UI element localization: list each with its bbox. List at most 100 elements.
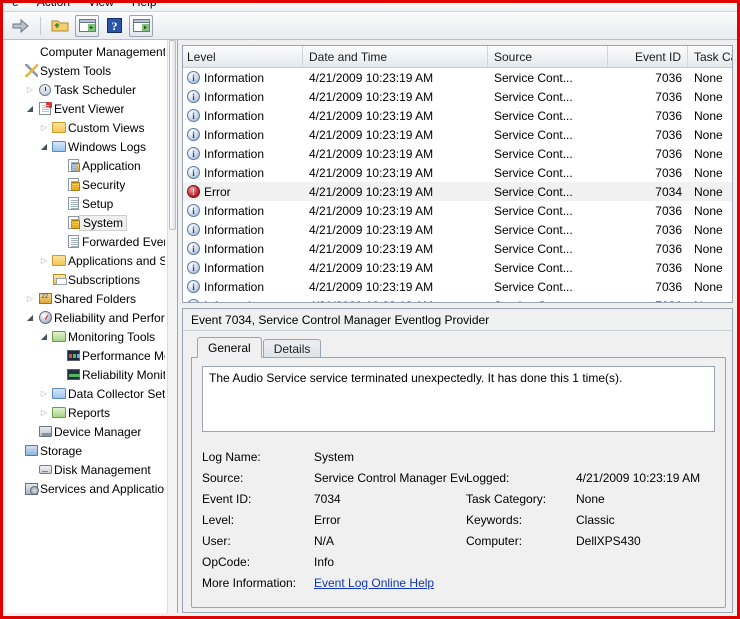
tree-expander-expanded-icon[interactable]: ◢ xyxy=(38,332,50,341)
column-header-source[interactable]: Source xyxy=(488,46,608,67)
event-row[interactable]: iInformation4/21/2009 10:23:19 AMService… xyxy=(183,163,732,182)
toolbar: ? xyxy=(3,12,737,40)
event-row[interactable]: iInformation4/21/2009 10:23:19 AMService… xyxy=(183,220,732,239)
tree-expander-collapsed-icon[interactable]: ▷ xyxy=(38,408,50,417)
tree-expander-collapsed-icon[interactable]: ▷ xyxy=(38,256,50,265)
tree-expander-collapsed-icon[interactable]: ▷ xyxy=(24,294,36,303)
field-row-log-name: Log Name: System xyxy=(202,446,715,467)
menu-item-action[interactable]: Action xyxy=(28,3,79,11)
event-row[interactable]: ! Error 4/21/2009 10:23:19 AM Service Cont.… xyxy=(183,182,732,201)
tree-item-forwarded-event[interactable]: Forwarded Event xyxy=(6,232,167,251)
show-hide-console-tree-icon[interactable] xyxy=(75,14,99,37)
information-icon: i xyxy=(187,204,200,217)
tree-item-label: Forwarded Event xyxy=(82,234,165,249)
event-source-cell: Service Cont... xyxy=(494,203,573,218)
help-icon[interactable]: ? xyxy=(102,15,126,37)
event-date-cell: 4/21/2009 10:23:19 AM xyxy=(309,241,434,256)
information-icon: i xyxy=(187,242,200,255)
event-row[interactable]: iInformation4/21/2009 10:23:19 AMService… xyxy=(183,277,732,296)
tab-general[interactable]: General xyxy=(197,337,262,358)
event-row[interactable]: iInformation4/21/2009 10:23:19 AMService… xyxy=(183,125,732,144)
event-list-body[interactable]: i Information 4/21/2009 10:23:19 AM Service… xyxy=(183,68,732,302)
up-folder-icon[interactable] xyxy=(48,15,72,37)
event-date-cell: 4/21/2009 10:23:19 AM xyxy=(303,299,488,303)
menu-item-help[interactable]: Help xyxy=(123,3,166,11)
tree-item-disk-management[interactable]: Disk Management xyxy=(6,460,167,479)
tree-item-reliability-and-performa[interactable]: ◢ Reliability and Performa xyxy=(6,308,167,327)
event-row[interactable]: iInformation4/21/2009 10:23:19 AMService… xyxy=(183,239,732,258)
console-tree[interactable]: Computer Management (Local System Tools ▷ T… xyxy=(6,40,167,613)
event-row[interactable]: iInformation4/21/2009 10:23:19 AMService… xyxy=(183,144,732,163)
tree-item-task-scheduler[interactable]: ▷ Task Scheduler xyxy=(6,80,167,99)
tree-item-device-manager[interactable]: Device Manager xyxy=(6,422,167,441)
tree-item-windows-logs[interactable]: ◢ Windows Logs xyxy=(6,137,167,156)
event-source-cell: Service Cont... xyxy=(494,146,573,161)
tree-item-applications-and-se[interactable]: ▷ Applications and Se xyxy=(6,251,167,270)
menu-item-view[interactable]: View xyxy=(79,3,123,11)
tree-item-reports[interactable]: ▷ Reports xyxy=(6,403,167,422)
tree-expander-expanded-icon[interactable]: ◢ xyxy=(24,313,36,322)
tree-item-reliability-monit[interactable]: Reliability Monit xyxy=(6,365,167,384)
column-header-date-and-time[interactable]: Date and Time xyxy=(303,46,488,67)
event-id-cell: 7036 xyxy=(655,70,682,85)
event-source-cell: Service Cont... xyxy=(494,222,573,237)
tree-item-performance-mo[interactable]: Performance Mo xyxy=(6,346,167,365)
event-task-category-cell: None xyxy=(688,299,732,303)
tree-item-computer-management-local[interactable]: Computer Management (Local xyxy=(6,42,167,61)
reliability-monitor-icon xyxy=(64,369,82,380)
tree-item-label: Shared Folders xyxy=(54,291,137,306)
tree-item-monitoring-tools[interactable]: ◢ Monitoring Tools xyxy=(6,327,167,346)
tree-expander-expanded-icon[interactable]: ◢ xyxy=(38,142,50,151)
performance-gauge-icon xyxy=(36,311,54,324)
log-icon xyxy=(64,235,82,248)
event-task-category-cell: None xyxy=(694,279,723,294)
tree-item-subscriptions[interactable]: Subscriptions xyxy=(6,270,167,289)
tree-item-label: Performance Mo xyxy=(82,348,165,363)
information-icon: i xyxy=(187,90,200,103)
event-list: LevelDate and TimeSourceEvent IDTask Cat… xyxy=(182,45,733,303)
event-id-cell: 7036 xyxy=(608,299,688,303)
menu-item-e[interactable]: e xyxy=(3,3,28,11)
tree-expander-collapsed-icon[interactable]: ▷ xyxy=(38,389,50,398)
tree-scrollbar-thumb[interactable] xyxy=(169,40,176,230)
event-task-category-cell: None xyxy=(694,127,723,142)
tree-item-setup[interactable]: Setup xyxy=(6,194,167,213)
tree-expander-expanded-icon[interactable]: ◢ xyxy=(24,104,36,113)
tree-item-services-and-applications[interactable]: Services and Applications xyxy=(6,479,167,498)
tree-item-label: Security xyxy=(82,177,126,192)
tree-item-system[interactable]: System xyxy=(6,213,167,232)
event-level-cell: i Information xyxy=(183,71,303,85)
detail-tabs[interactable]: General Details xyxy=(183,336,732,358)
event-row[interactable]: iInformation4/21/2009 10:23:19 AMService… xyxy=(183,106,732,125)
forward-arrow-icon[interactable] xyxy=(9,15,33,37)
event-level-label: Error xyxy=(204,184,231,199)
subscriptions-icon xyxy=(50,274,68,285)
tree-item-storage[interactable]: Storage xyxy=(6,441,167,460)
event-row[interactable]: iInformation4/21/2009 10:23:19 AMService… xyxy=(183,201,732,220)
tree-item-security[interactable]: Security xyxy=(6,175,167,194)
tree-item-application[interactable]: Application xyxy=(6,156,167,175)
tree-item-custom-views[interactable]: ▷ Custom Views xyxy=(6,118,167,137)
event-id-cell: 7036 xyxy=(655,165,682,180)
event-row[interactable]: iInformation4/21/2009 10:23:19 AMService… xyxy=(183,68,732,87)
event-detail-pane: Event 7034, Service Control Manager Even… xyxy=(182,308,733,613)
event-message: The Audio Service service terminated une… xyxy=(202,366,715,432)
event-log-online-help-link[interactable]: Event Log Online Help xyxy=(314,576,434,590)
column-header-task-category[interactable]: Task Category xyxy=(688,46,732,67)
tree-item-system-tools[interactable]: System Tools xyxy=(6,61,167,80)
tab-details[interactable]: Details xyxy=(262,339,322,358)
event-row[interactable]: iInformation4/21/2009 10:23:19 AMService… xyxy=(183,296,732,302)
tree-expander-collapsed-icon[interactable]: ▷ xyxy=(24,85,36,94)
show-hide-action-pane-icon[interactable] xyxy=(129,14,153,37)
tree-expander-collapsed-icon[interactable]: ▷ xyxy=(38,123,50,132)
tree-item-event-viewer[interactable]: ◢ Event Viewer xyxy=(6,99,167,118)
event-row[interactable]: iInformation4/21/2009 10:23:19 AMService… xyxy=(183,258,732,277)
tree-item-shared-folders[interactable]: ▷ Shared Folders xyxy=(6,289,167,308)
tree-vertical-scrollbar[interactable] xyxy=(167,40,177,613)
user-label: User: xyxy=(202,533,231,548)
event-row[interactable]: iInformation4/21/2009 10:23:19 AMService… xyxy=(183,87,732,106)
column-header-event-id[interactable]: Event ID xyxy=(608,46,688,67)
tree-item-data-collector-sets[interactable]: ▷ Data Collector Sets xyxy=(6,384,167,403)
event-task-category-cell: None xyxy=(694,165,723,180)
column-header-level[interactable]: Level xyxy=(183,46,303,67)
